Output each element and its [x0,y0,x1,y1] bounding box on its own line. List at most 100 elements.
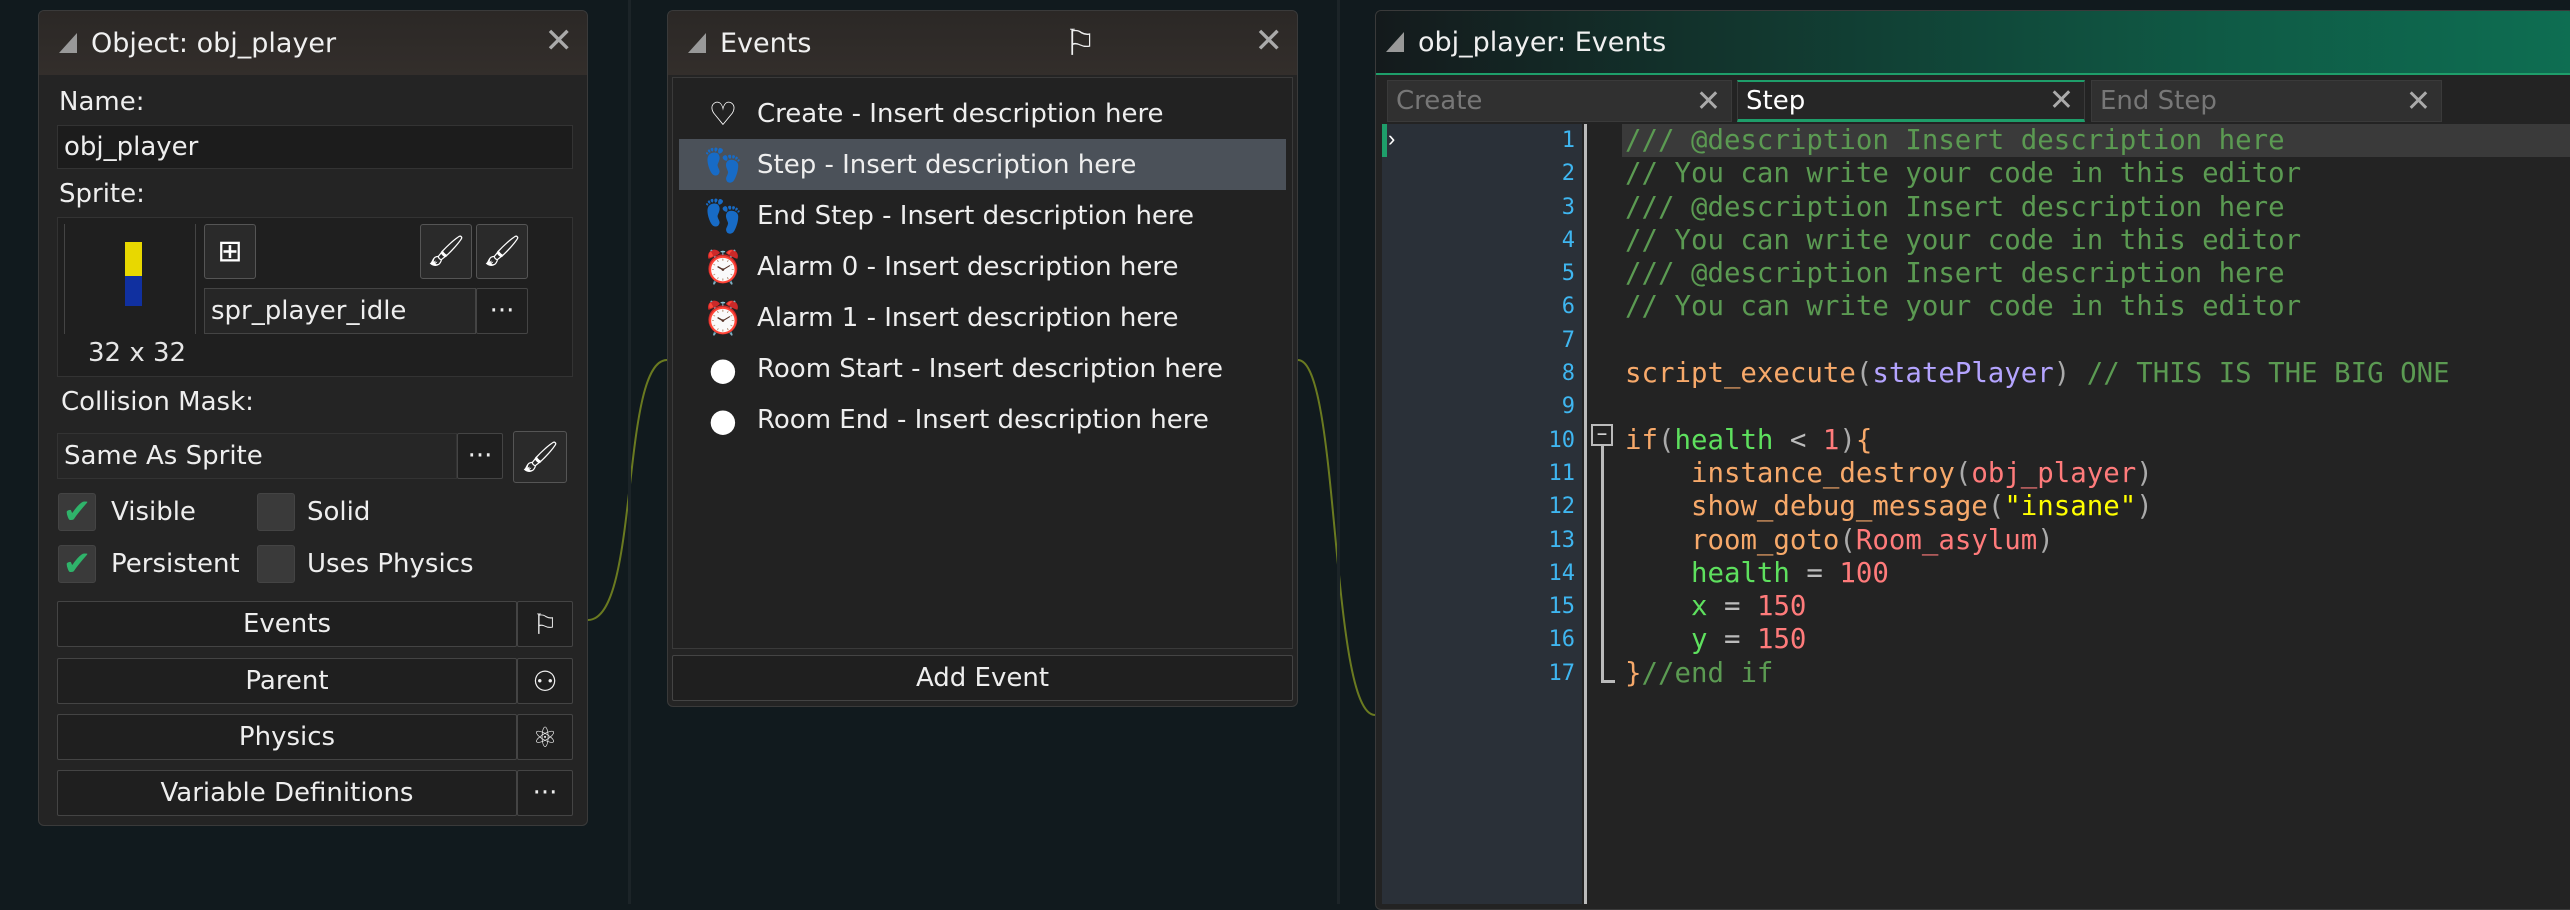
hierarchy-icon[interactable]: ⚇ [517,658,573,704]
persistent-label: Persistent [111,549,240,579]
code-token-paren: ( [1987,491,2005,523]
edit-mask-button[interactable]: 🖌 [513,431,567,483]
sprite-browse-button[interactable]: ··· [476,288,528,334]
code-token-op: = [1707,624,1757,656]
close-icon[interactable]: ✕ [1255,21,1284,61]
code-token-comment: // You can write your code in this edito… [1625,224,2302,256]
code-token-comment: // THIS IS THE BIG ONE [2070,358,2450,390]
code-token-func: show_debug_message [1690,491,1988,523]
code-token-num: 150 [1756,591,1807,623]
sprite-image [125,242,142,276]
close-tab-icon[interactable]: ✕ [2406,84,2431,119]
close-icon[interactable]: ✕ [545,21,574,61]
line-number: 8 [1561,361,1575,387]
line-number: 9 [1561,394,1575,420]
event-item-step[interactable]: 👣 Step - Insert description here [679,139,1286,190]
line-number: 3 [1561,194,1575,220]
code-token-paren: ) [2136,457,2153,489]
event-item-alarm-0[interactable]: ⏰ Alarm 0 - Insert description here [679,241,1286,292]
code-token-num: 1 [1822,424,1840,456]
tab-step[interactable]: Step ✕ [1737,80,2085,122]
line-number: 16 [1548,627,1576,653]
event-label: Alarm 0 - Insert description here [757,251,1179,282]
close-tab-icon[interactable]: ✕ [2049,83,2074,118]
event-item-create[interactable]: ♡ Create - Insert description here [679,88,1286,139]
footsteps-icon: 👣 [703,145,743,184]
fold-margin [1584,124,1587,904]
sprite-box: 32 x 32 ⊞ 🖌 🖌 spr_player_idle ··· [57,217,573,377]
code-editor[interactable]: /// @description Insert description here… [1625,124,2450,690]
new-sprite-button[interactable]: ⊞ [204,224,256,279]
event-item-end-step[interactable]: 👣 End Step - Insert description here [679,190,1286,241]
fold-toggle-icon[interactable]: − [1591,424,1613,446]
tab-create[interactable]: Create ✕ [1387,80,1732,122]
code-token-func: script_execute [1625,358,1856,390]
event-item-room-end[interactable]: ● Room End - Insert description here [679,394,1286,445]
code-panel-titlebar[interactable]: obj_player: Events [1376,11,2570,75]
chevron-right-icon: › [1388,126,1396,151]
name-label: Name: [59,87,145,117]
sprite-preview[interactable] [64,224,196,334]
sprite-label: Sprite: [59,179,145,209]
solid-checkbox[interactable] [257,493,295,531]
edit-sprite-button[interactable]: 🖌 [420,224,472,279]
tab-end-step[interactable]: End Step ✕ [2091,80,2442,122]
code-token-op: < [1773,424,1823,456]
alarm-clock-icon: ⏰ [703,247,743,286]
fold-line [1601,446,1604,682]
code-token-comment: // You can write your code in this edito… [1625,158,2302,190]
collapse-icon[interactable] [688,33,706,53]
events-panel-titlebar[interactable]: Events ⚐ ✕ [668,11,1297,75]
lightbulb-outline-icon: ♡ [708,94,738,133]
collapse-icon[interactable] [59,33,77,53]
visible-checkbox[interactable]: ✔ [58,493,96,531]
name-input[interactable]: obj_player [57,125,573,169]
code-line: // You can write your code in this edito… [1625,157,2450,190]
collapse-icon[interactable] [1386,32,1404,52]
variable-definitions-button[interactable]: Variable Definitions [57,770,517,816]
event-item-room-start[interactable]: ● Room Start - Insert description here [679,343,1286,394]
line-number: 10 [1548,427,1576,453]
code-token-paren: ) [2053,358,2071,390]
object-panel: Object: obj_player ✕ Name: obj_player Sp… [38,10,588,826]
collision-mask-label: Collision Mask: [61,387,254,417]
line-number: 1 [1561,128,1575,153]
add-event-button[interactable]: Add Event [672,655,1293,701]
code-panel-title: obj_player: Events [1418,26,1667,58]
code-token-kw: if [1625,424,1658,456]
sprite-select[interactable]: spr_player_idle [204,288,476,334]
persistent-checkbox[interactable]: ✔ [58,545,96,583]
code-token-obj: Room_asylum [1855,524,2038,556]
line-number: 17 [1548,660,1576,686]
events-button[interactable]: Events [57,601,517,647]
code-token-op: = [1707,591,1757,623]
event-item-alarm-1[interactable]: ⏰ Alarm 1 - Insert description here [679,292,1286,343]
code-token-func: instance_destroy [1690,457,1955,489]
uses-physics-checkbox[interactable] [257,545,295,583]
code-line: // You can write your code in this edito… [1625,290,2450,323]
flag-icon[interactable]: ⚐ [517,601,573,647]
code-line: if(health < 1){ [1625,424,2450,457]
fold-line-end [1601,680,1615,683]
code-token-var: health [1690,557,1790,589]
tab-label: Step [1746,85,1806,116]
ellipsis-icon[interactable]: ··· [517,770,573,816]
collision-mask-select[interactable]: Same As Sprite [57,433,457,479]
atom-icon[interactable]: ⚛ [517,714,573,760]
parent-button[interactable]: Parent [57,658,517,704]
code-token-script: statePlayer [1872,358,2054,390]
edit-image-button[interactable]: 🖌 [476,224,528,279]
collision-browse-button[interactable]: ··· [457,433,503,479]
events-panel-title: Events [720,27,812,59]
object-panel-titlebar[interactable]: Object: obj_player ✕ [39,11,587,75]
line-number: 11 [1548,460,1576,486]
uses-physics-label: Uses Physics [307,549,474,579]
code-token-comment: /// @description Insert description here [1625,258,2285,290]
line-number: 2 [1561,161,1575,187]
line-number: 14 [1548,560,1576,586]
close-tab-icon[interactable]: ✕ [1696,84,1721,119]
physics-button[interactable]: Physics [57,714,517,760]
